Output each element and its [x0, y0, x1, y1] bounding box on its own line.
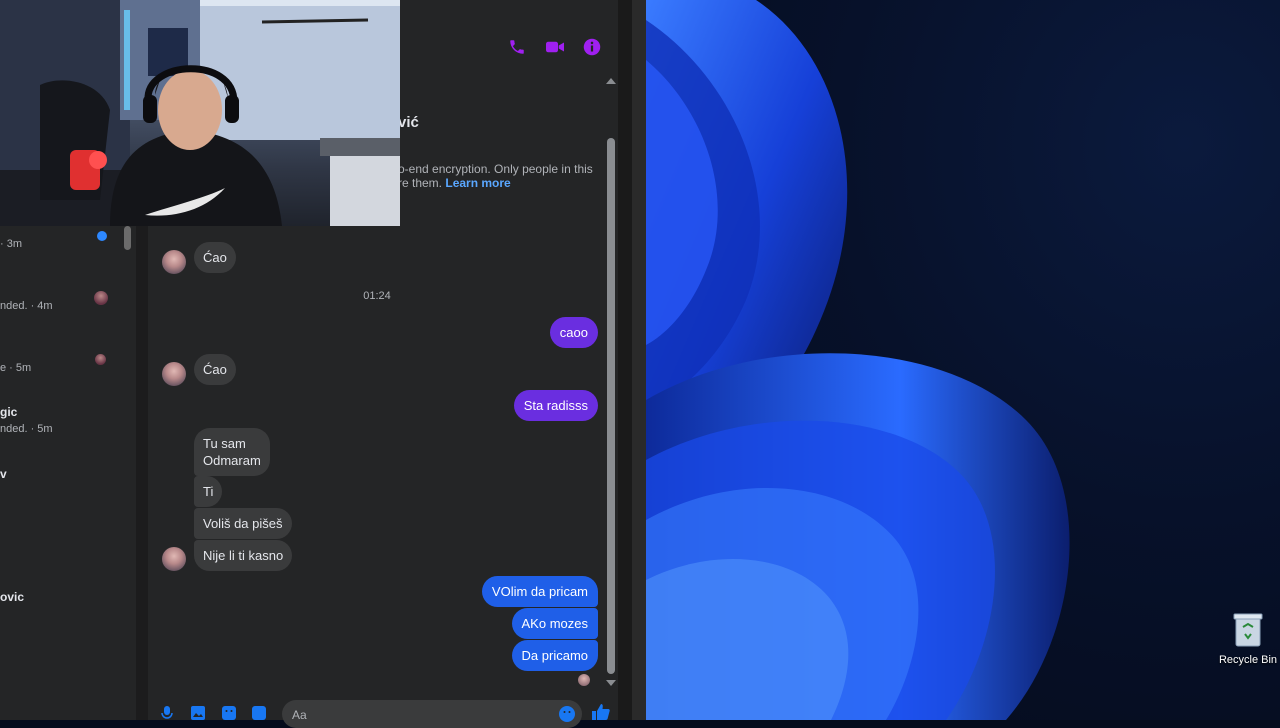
seen-avatar	[94, 291, 108, 305]
phone-icon[interactable]	[508, 38, 526, 56]
timestamp-separator: 01:24	[363, 290, 391, 302]
seen-avatar	[95, 354, 106, 365]
webcam-feed	[0, 0, 400, 226]
unread-indicator	[97, 231, 107, 241]
message-incoming[interactable]: Ćao	[194, 354, 236, 385]
recycle-bin-label: Recycle Bin	[1218, 654, 1278, 666]
message-outgoing[interactable]: VOlim da pricam	[481, 576, 598, 607]
read-receipt-avatar	[578, 674, 590, 686]
contact-name: vić	[398, 114, 419, 131]
scroll-thumb[interactable]	[607, 138, 615, 674]
avatar[interactable]	[162, 250, 186, 274]
conversation-name: v	[0, 467, 7, 481]
conversation-item[interactable]: nded. · 4m	[0, 300, 53, 312]
message-incoming[interactable]: Ćao	[194, 242, 236, 273]
info-icon[interactable]	[583, 38, 601, 56]
conversation-item[interactable]: ovic	[0, 590, 24, 604]
mic-icon[interactable]	[160, 706, 174, 720]
like-icon[interactable]	[592, 704, 610, 720]
recycle-bin[interactable]: Recycle Bin	[1216, 612, 1280, 666]
conversation-item[interactable]: v	[0, 467, 7, 481]
message-outgoing[interactable]: AKo mozes	[511, 608, 598, 639]
message-outgoing[interactable]: Sta radisss	[513, 390, 598, 421]
encryption-text: o-end encryption. Only people in this	[398, 162, 593, 176]
conversation-item[interactable]: e · 5m	[0, 362, 31, 374]
encryption-notice: o-end encryption. Only people in this re…	[398, 162, 598, 190]
conversation-meta: · 3m	[0, 238, 22, 250]
message-incoming[interactable]: Nije li ti kasno	[194, 540, 293, 571]
scroll-down-arrow[interactable]	[606, 680, 616, 686]
conversation-list-scrollbar[interactable]	[124, 226, 131, 250]
image-icon[interactable]	[191, 706, 205, 720]
conversation-name: ovic	[0, 590, 25, 604]
wallpaper-bloom	[646, 0, 1070, 720]
message-outgoing[interactable]: Da pricamo	[511, 640, 598, 671]
emoji-icon[interactable]	[559, 706, 575, 722]
conversation-meta: nded. · 5m	[0, 423, 53, 435]
window-border	[632, 0, 646, 720]
recycle-bin-icon	[1233, 612, 1263, 648]
scroll-up-arrow[interactable]	[606, 78, 616, 84]
message-line: Odmaram	[203, 453, 261, 468]
message-input[interactable]: Aa	[282, 700, 582, 728]
message-incoming[interactable]: Tu sam Odmaram	[194, 428, 270, 476]
gif-icon[interactable]	[252, 706, 266, 720]
conversation-item[interactable]: · 3m	[0, 238, 22, 250]
message-incoming[interactable]: Voliš da pišeš	[194, 508, 292, 539]
sticker-icon[interactable]	[222, 706, 236, 720]
conversation-meta: e · 5m	[0, 362, 32, 374]
avatar[interactable]	[162, 547, 186, 571]
desktop-wallpaper	[646, 0, 1280, 720]
avatar[interactable]	[162, 362, 186, 386]
learn-more-link[interactable]: Learn more	[445, 176, 510, 190]
encryption-text-2: re them.	[398, 176, 443, 190]
message-outgoing[interactable]: caoo	[549, 317, 598, 348]
video-icon[interactable]	[545, 38, 564, 56]
conversation-item[interactable]: gic nded. · 5m	[0, 405, 53, 435]
message-line: Tu sam	[203, 436, 246, 451]
webcam-overlay	[0, 0, 400, 226]
conversation-meta: nded. · 4m	[0, 300, 53, 312]
conversation-name: gic	[0, 405, 18, 419]
